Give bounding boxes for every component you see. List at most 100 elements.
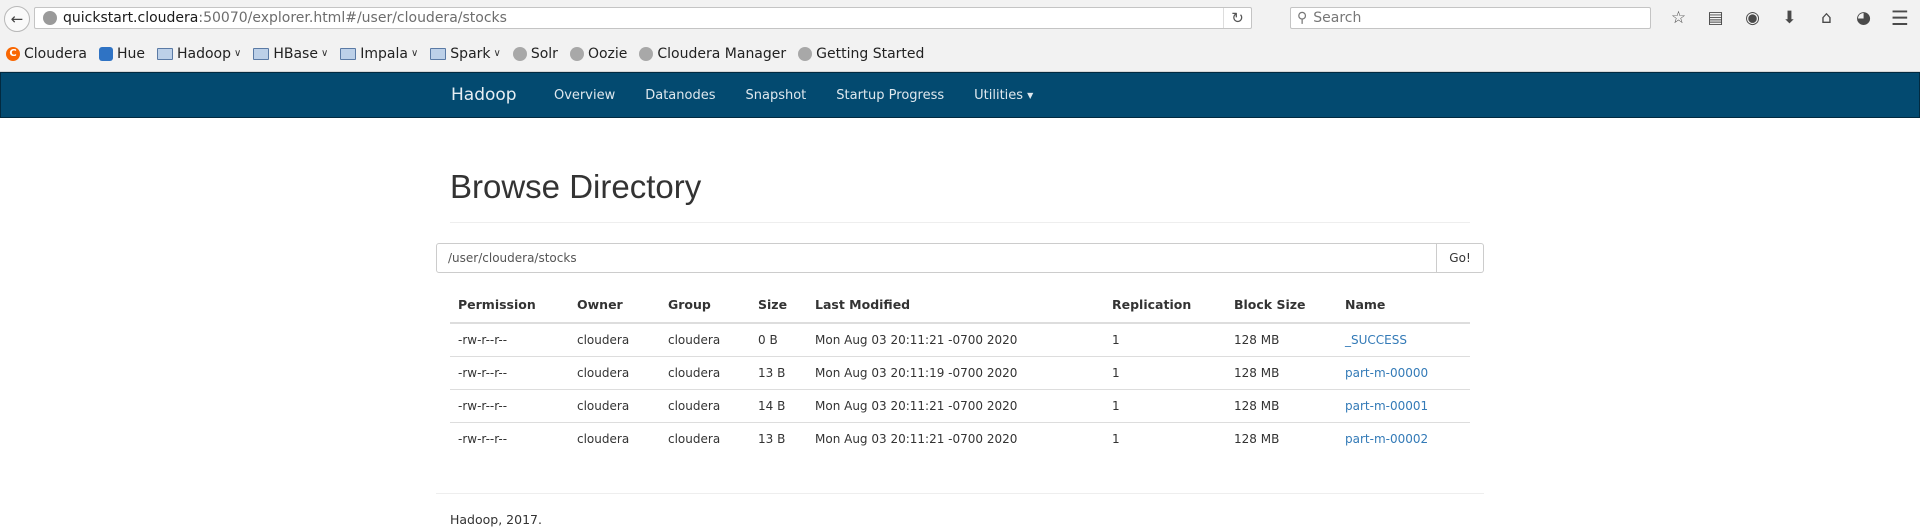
col-header-replication[interactable]: Replication (1104, 287, 1226, 324)
chevron-down-icon: ∨ (233, 48, 242, 59)
cell-group: cloudera (660, 355, 750, 389)
search-input[interactable]: ⚲ Search (1290, 7, 1651, 29)
folder-icon (340, 47, 357, 60)
hue-icon (98, 46, 113, 61)
bookmark-label: Impala (360, 45, 408, 62)
cell-owner: cloudera (569, 388, 660, 422)
pocket-icon[interactable]: ◉ (1734, 6, 1771, 30)
hamburger-menu-icon[interactable]: ☰ (1886, 6, 1914, 30)
bookmark-label: Cloudera (24, 45, 87, 62)
bookmark-label: Spark (450, 45, 491, 62)
bookmark-item[interactable]: Spark ∨ (430, 46, 501, 62)
bookmark-item[interactable]: Hue (98, 45, 145, 62)
col-header-group[interactable]: Group (660, 287, 750, 324)
title-divider (450, 222, 1470, 223)
cell-owner: cloudera (569, 421, 660, 455)
file-link[interactable]: part-m-00001 (1345, 399, 1428, 413)
cloudera-icon: C (6, 46, 20, 61)
col-header-block-size[interactable]: Block Size (1226, 287, 1337, 324)
cell-owner: cloudera (569, 355, 660, 389)
globe-icon (798, 46, 813, 61)
bookmark-item[interactable]: Solr (512, 46, 558, 62)
cell-block-size: 128 MB (1226, 388, 1337, 422)
col-header-last-modified[interactable]: Last Modified (807, 287, 1104, 324)
table-row: -rw-r--r-- cloudera cloudera 13 B Mon Aug 03… (450, 421, 1470, 455)
cell-group: cloudera (660, 421, 750, 455)
caret-down-icon: ▼ (1027, 90, 1034, 100)
col-header-name[interactable]: Name (1337, 287, 1470, 324)
bookmark-item[interactable]: C Cloudera (6, 46, 87, 62)
cell-name: _SUCCESS (1337, 323, 1470, 356)
table-row: -rw-r--r-- cloudera cloudera 13 B Mon Aug 03… (450, 355, 1470, 389)
cell-permission: -rw-r--r-- (450, 421, 569, 455)
cell-last-modified: Mon Aug 03 20:11:21 -0700 2020 (807, 388, 1104, 422)
cell-replication: 1 (1104, 388, 1226, 422)
cell-size: 13 B (750, 355, 807, 389)
cell-name: part-m-00002 (1337, 421, 1470, 455)
browser-toolbar: ← quickstart.cloudera:50070/explorer.htm… (0, 0, 1920, 36)
nav-startup-progress[interactable]: Startup Progress (821, 88, 959, 103)
footer-text: Hadoop, 2017. (450, 512, 542, 527)
site-info-icon[interactable] (43, 11, 57, 25)
cell-block-size: 128 MB (1226, 355, 1337, 389)
page-title: Browse Directory (450, 168, 702, 205)
nav-snapshot[interactable]: Snapshot (730, 88, 821, 103)
back-arrow-icon[interactable]: ← (4, 6, 30, 32)
cell-block-size: 128 MB (1234, 332, 1280, 347)
table-header-row: Permission Owner Group Size Last Modifie… (450, 287, 1470, 324)
file-link[interactable]: _SUCCESS (1345, 333, 1407, 347)
bookmark-item[interactable]: Hadoop ∨ (156, 46, 242, 62)
reload-icon[interactable]: ↻ (1223, 8, 1251, 28)
cell-name: part-m-00001 (1337, 388, 1470, 422)
cell-replication: 1 (1104, 421, 1226, 455)
url-bar[interactable]: quickstart.cloudera:50070/explorer.html#… (34, 7, 1252, 29)
cell-group: cloudera (668, 332, 721, 347)
table-row: -rw-r--r-- cloudera cloudera 0 B Mon Aug 03 … (450, 323, 1470, 356)
go-button[interactable]: Go! (1437, 243, 1484, 273)
reading-list-icon[interactable]: ▤ (1697, 6, 1734, 30)
nav-datanodes[interactable]: Datanodes (630, 88, 730, 103)
nav-utilities[interactable]: Utilities ▼ (959, 88, 1048, 103)
bookmark-item[interactable]: Getting Started (798, 46, 924, 62)
directory-path-input[interactable]: /user/cloudera/stocks (436, 243, 1438, 273)
url-path: :50070/explorer.html#/user/cloudera/stoc… (198, 10, 507, 26)
nav-overview[interactable]: Overview (539, 88, 630, 103)
globe-icon (639, 46, 654, 61)
cell-replication: 1 (1104, 355, 1226, 389)
bookmark-label: HBase (273, 45, 318, 62)
home-icon[interactable]: ⌂ (1808, 6, 1845, 30)
bookmark-item[interactable]: Oozie (569, 46, 627, 62)
bookmark-item[interactable]: Cloudera Manager (639, 46, 786, 62)
cell-size: 13 B (750, 421, 807, 455)
footer-divider (436, 493, 1484, 494)
file-link[interactable]: part-m-00000 (1345, 366, 1428, 380)
bookmark-star-icon[interactable]: ☆ (1660, 6, 1697, 30)
file-link[interactable]: part-m-00002 (1345, 432, 1428, 446)
cell-permission: -rw-r--r-- (458, 332, 508, 347)
chevron-down-icon: ∨ (320, 48, 329, 59)
cell-replication: 1 (1112, 332, 1120, 347)
chat-icon[interactable]: ◕ (1845, 6, 1882, 30)
path-form: /user/cloudera/stocks Go! (436, 243, 1484, 273)
chevron-down-icon: ∨ (410, 48, 419, 59)
col-header-size[interactable]: Size (750, 287, 807, 324)
download-icon[interactable]: ⬇ (1771, 6, 1808, 30)
nav-utilities-label: Utilities (974, 87, 1024, 103)
bookmark-item[interactable]: HBase ∨ (253, 46, 328, 62)
bookmark-label: Cloudera Manager (657, 45, 787, 62)
folder-icon (253, 47, 270, 60)
globe-icon (569, 46, 584, 61)
cell-permission: -rw-r--r-- (450, 388, 569, 422)
bookmark-item[interactable]: Impala ∨ (340, 46, 418, 62)
cell-group: cloudera (660, 388, 750, 422)
col-header-owner[interactable]: Owner (569, 287, 660, 324)
chevron-down-icon: ∨ (493, 48, 501, 59)
file-listing-table: Permission Owner Group Size Last Modifie… (450, 287, 1470, 455)
toolbar-icons: ☆ ▤ ◉ ⬇ ⌂ ◕ (1660, 6, 1882, 30)
table-row: -rw-r--r-- cloudera cloudera 14 B Mon Aug 03… (450, 388, 1470, 422)
bookmark-label: Hue (116, 45, 145, 62)
navbar-brand[interactable]: Hadoop (451, 85, 517, 105)
col-header-permission[interactable]: Permission (450, 287, 569, 324)
cell-owner: cloudera (577, 332, 630, 347)
bookmark-label: Getting Started (816, 45, 925, 62)
